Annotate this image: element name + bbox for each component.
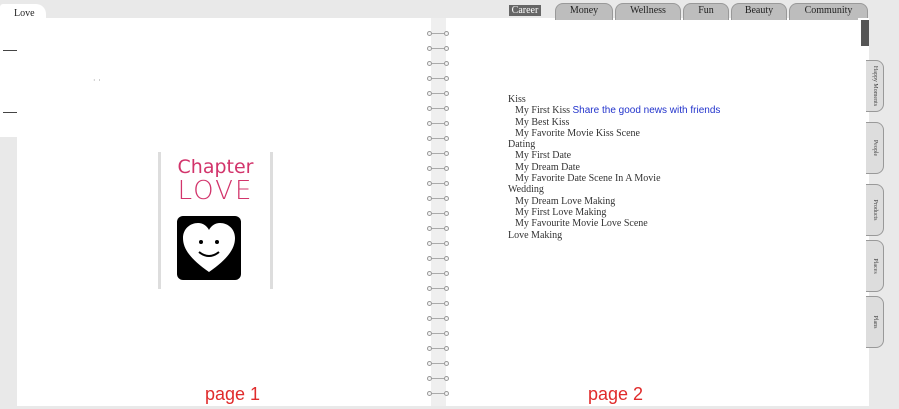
spiral-ring	[425, 270, 451, 277]
toc-section[interactable]: Love Making	[508, 230, 720, 241]
spiral-binding	[425, 30, 451, 400]
toc-item[interactable]: My Dream Love Making	[508, 196, 720, 207]
toc-item[interactable]: My First Kiss Share the good news with f…	[508, 105, 720, 116]
toc-section[interactable]: Dating	[508, 139, 720, 150]
spiral-ring	[425, 360, 451, 367]
side-tab-places[interactable]: Places	[866, 240, 884, 292]
spiral-ring	[425, 390, 451, 397]
side-tab-products[interactable]: Products	[866, 184, 884, 236]
share-link[interactable]: Share the good news with friends	[573, 105, 721, 116]
toc-item[interactable]: My Dream Date	[508, 162, 720, 173]
side-tab-plans[interactable]: Plans	[866, 296, 884, 348]
spiral-ring	[425, 255, 451, 262]
page-number-left: page 1	[205, 384, 261, 404]
cover-subtitle: LOVE	[177, 176, 254, 206]
spiral-ring	[425, 225, 451, 232]
toc-section[interactable]: Wedding	[508, 184, 720, 195]
spiral-ring	[425, 45, 451, 52]
tab-fun[interactable]: Fun	[683, 3, 729, 20]
scroll-marker[interactable]	[861, 20, 869, 46]
spiral-ring	[425, 240, 451, 247]
toc-item[interactable]: My Favourite Movie Love Scene	[508, 218, 720, 229]
top-tab-bar: Career Money Wellness Fun Beauty Communi…	[505, 3, 868, 21]
toc-section[interactable]: Kiss	[508, 94, 720, 105]
side-tab-people[interactable]: People	[866, 122, 884, 174]
spiral-ring	[425, 300, 451, 307]
cover-title: Chapter	[177, 156, 254, 178]
tab-career[interactable]: Career	[505, 3, 545, 20]
tab-money[interactable]: Money	[555, 3, 613, 20]
spiral-ring	[425, 150, 451, 157]
tab-wellness[interactable]: Wellness	[615, 3, 681, 20]
toc-item[interactable]: My First Date	[508, 150, 720, 161]
side-tab-bar: Happy Moments People Products Places Pla…	[866, 60, 884, 350]
chapter-cover[interactable]: Chapter LOVE	[158, 152, 273, 289]
tab-community[interactable]: Community	[789, 3, 868, 20]
spiral-ring	[425, 210, 451, 217]
tab-beauty[interactable]: Beauty	[731, 3, 787, 20]
spiral-ring	[425, 345, 451, 352]
table-of-contents: Kiss My First Kiss Share the good news w…	[508, 94, 720, 241]
toc-item[interactable]: My Best Kiss	[508, 117, 720, 128]
spiral-ring	[425, 105, 451, 112]
spiral-ring	[425, 285, 451, 292]
spiral-ring	[425, 375, 451, 382]
spiral-ring	[425, 195, 451, 202]
spiral-ring	[425, 120, 451, 127]
toc-item[interactable]: My Favorite Movie Kiss Scene	[508, 128, 720, 139]
spiral-ring	[425, 330, 451, 337]
page-number-right: page 2	[588, 384, 644, 404]
toc-item[interactable]: My Favorite Date Scene In A Movie	[508, 173, 720, 184]
heart-smiley-icon	[177, 216, 241, 280]
spiral-ring	[425, 30, 451, 37]
spiral-ring	[425, 135, 451, 142]
spiral-ring	[425, 180, 451, 187]
toc-item[interactable]: My First Love Making	[508, 207, 720, 218]
speck-marks: · ·	[93, 76, 101, 85]
spiral-ring	[425, 165, 451, 172]
spiral-ring	[425, 315, 451, 322]
spiral-ring	[425, 90, 451, 97]
left-edge-strip	[0, 22, 19, 137]
spiral-ring	[425, 60, 451, 67]
side-tab-happy-moments[interactable]: Happy Moments	[866, 60, 884, 112]
spiral-ring	[425, 75, 451, 82]
